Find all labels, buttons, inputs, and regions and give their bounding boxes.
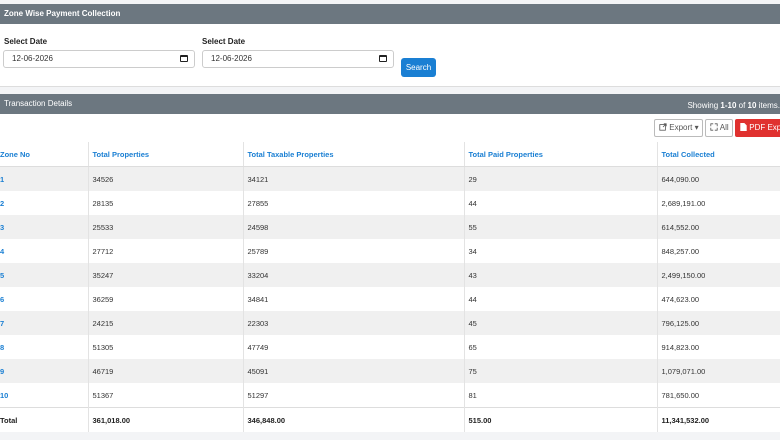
table-row: 7 24215 22303 45 796,125.00 <box>0 311 780 335</box>
total-taxable-cell: 22303 <box>243 311 465 335</box>
total-properties-cell: 34526 <box>88 166 244 191</box>
total-taxable-cell: 51297 <box>243 383 465 408</box>
total-collected-cell: 474,623.00 <box>657 287 780 311</box>
panel-title: Transaction Details <box>4 99 73 108</box>
total-properties-cell: 24215 <box>88 311 244 335</box>
footer-total-paid: 515.00 <box>464 407 658 432</box>
total-collected-cell: 848,257.00 <box>657 239 780 263</box>
toggle-all-label: All <box>719 123 729 132</box>
total-taxable-cell: 34121 <box>243 166 465 191</box>
summary-text: Showing 1-10 of 10 items. <box>687 101 780 110</box>
table-row: 8 51305 47749 65 914,823.00 <box>0 335 780 359</box>
filter-form: Select Date 12-06-2026 Select Date 12-06… <box>0 24 780 87</box>
total-paid-cell: 44 <box>464 191 658 215</box>
table-header-row: Zone No Total Properties Total Taxable P… <box>0 142 780 167</box>
total-collected-cell: 2,689,191.00 <box>657 191 780 215</box>
from-date-label: Select Date <box>4 37 48 46</box>
total-collected-cell: 914,823.00 <box>657 335 780 359</box>
zone-no-link[interactable]: 8 <box>0 335 89 359</box>
total-paid-cell: 44 <box>464 287 658 311</box>
zone-no-link[interactable]: 2 <box>0 191 89 215</box>
total-collected-cell: 614,552.00 <box>657 215 780 239</box>
total-taxable-cell: 27855 <box>243 191 465 215</box>
search-button[interactable]: Search <box>401 58 436 77</box>
total-properties-cell: 35247 <box>88 263 244 287</box>
footer-total-taxable: 346,848.00 <box>243 407 465 432</box>
calendar-icon[interactable] <box>180 55 188 62</box>
footer-total-collected: 11,341,532.00 <box>657 407 780 432</box>
table-row: 3 25533 24598 55 614,552.00 <box>0 215 780 239</box>
to-date-value: 12-06-2026 <box>211 54 252 63</box>
total-properties-cell: 51305 <box>88 335 244 359</box>
total-properties-cell: 46719 <box>88 359 244 383</box>
pdf-export-label: PDF Export <box>749 123 780 132</box>
total-taxable-cell: 24598 <box>243 215 465 239</box>
zone-no-link[interactable]: 1 <box>0 166 89 191</box>
footer-total-label: Total <box>0 407 89 432</box>
total-properties-cell: 28135 <box>88 191 244 215</box>
table-footer-row: Total 361,018.00 346,848.00 515.00 11,34… <box>0 407 780 432</box>
total-taxable-cell: 45091 <box>243 359 465 383</box>
total-paid-cell: 55 <box>464 215 658 239</box>
column-header-total-taxable-properties[interactable]: Total Taxable Properties <box>243 142 465 167</box>
total-taxable-cell: 34841 <box>243 287 465 311</box>
total-paid-cell: 43 <box>464 263 658 287</box>
export-icon <box>659 123 667 131</box>
zone-no-link[interactable]: 9 <box>0 359 89 383</box>
total-collected-cell: 796,125.00 <box>657 311 780 335</box>
transaction-table: Zone No Total Properties Total Taxable P… <box>0 142 780 432</box>
total-paid-cell: 81 <box>464 383 658 408</box>
expand-icon <box>710 123 718 131</box>
pdf-file-icon <box>740 123 747 131</box>
to-date-input[interactable]: 12-06-2026 <box>202 50 394 68</box>
table-row: 6 36259 34841 44 474,623.00 <box>0 287 780 311</box>
from-date-value: 12-06-2026 <box>12 54 53 63</box>
zone-no-link[interactable]: 6 <box>0 287 89 311</box>
zone-no-link[interactable]: 3 <box>0 215 89 239</box>
zone-no-link[interactable]: 10 <box>0 383 89 408</box>
total-taxable-cell: 25789 <box>243 239 465 263</box>
total-paid-cell: 29 <box>464 166 658 191</box>
from-date-input[interactable]: 12-06-2026 <box>3 50 195 68</box>
table-toolbar: Export ▾ All PDF Export <box>0 114 780 142</box>
total-paid-cell: 34 <box>464 239 658 263</box>
total-properties-cell: 51367 <box>88 383 244 408</box>
total-properties-cell: 36259 <box>88 287 244 311</box>
calendar-icon[interactable] <box>379 55 387 62</box>
zone-no-link[interactable]: 5 <box>0 263 89 287</box>
pdf-export-button[interactable]: PDF Export <box>735 119 780 137</box>
zone-no-link[interactable]: 4 <box>0 239 89 263</box>
table-row: 10 51367 51297 81 781,650.00 <box>0 383 780 408</box>
export-dropdown-button[interactable]: Export ▾ <box>654 119 703 137</box>
panel-header-transactions: Transaction Details Showing 1-10 of 10 i… <box>0 94 780 114</box>
column-header-total-paid-properties[interactable]: Total Paid Properties <box>464 142 658 167</box>
table-row: 5 35247 33204 43 2,499,150.00 <box>0 263 780 287</box>
total-properties-cell: 27712 <box>88 239 244 263</box>
total-paid-cell: 65 <box>464 335 658 359</box>
zone-no-link[interactable]: 7 <box>0 311 89 335</box>
column-header-zone-no[interactable]: Zone No <box>0 142 89 167</box>
table-row: 1 34526 34121 29 644,090.00 <box>0 166 780 191</box>
table-row: 9 46719 45091 75 1,079,071.00 <box>0 359 780 383</box>
table-row: 4 27712 25789 34 848,257.00 <box>0 239 780 263</box>
footer-total-properties: 361,018.00 <box>88 407 244 432</box>
total-taxable-cell: 33204 <box>243 263 465 287</box>
total-collected-cell: 2,499,150.00 <box>657 263 780 287</box>
panel-title: Zone Wise Payment Collection <box>4 9 121 18</box>
total-paid-cell: 45 <box>464 311 658 335</box>
column-header-total-properties[interactable]: Total Properties <box>88 142 244 167</box>
export-label: Export <box>669 123 693 132</box>
caret-down-icon: ▾ <box>694 123 699 132</box>
column-header-total-collected[interactable]: Total Collected <box>657 142 780 167</box>
total-collected-cell: 1,079,071.00 <box>657 359 780 383</box>
toggle-all-button[interactable]: All <box>705 119 733 137</box>
table-row: 2 28135 27855 44 2,689,191.00 <box>0 191 780 215</box>
panel-header-zone-wise: Zone Wise Payment Collection <box>0 4 780 24</box>
total-collected-cell: 781,650.00 <box>657 383 780 408</box>
total-paid-cell: 75 <box>464 359 658 383</box>
total-collected-cell: 644,090.00 <box>657 166 780 191</box>
to-date-label: Select Date <box>202 37 246 46</box>
total-properties-cell: 25533 <box>88 215 244 239</box>
total-taxable-cell: 47749 <box>243 335 465 359</box>
